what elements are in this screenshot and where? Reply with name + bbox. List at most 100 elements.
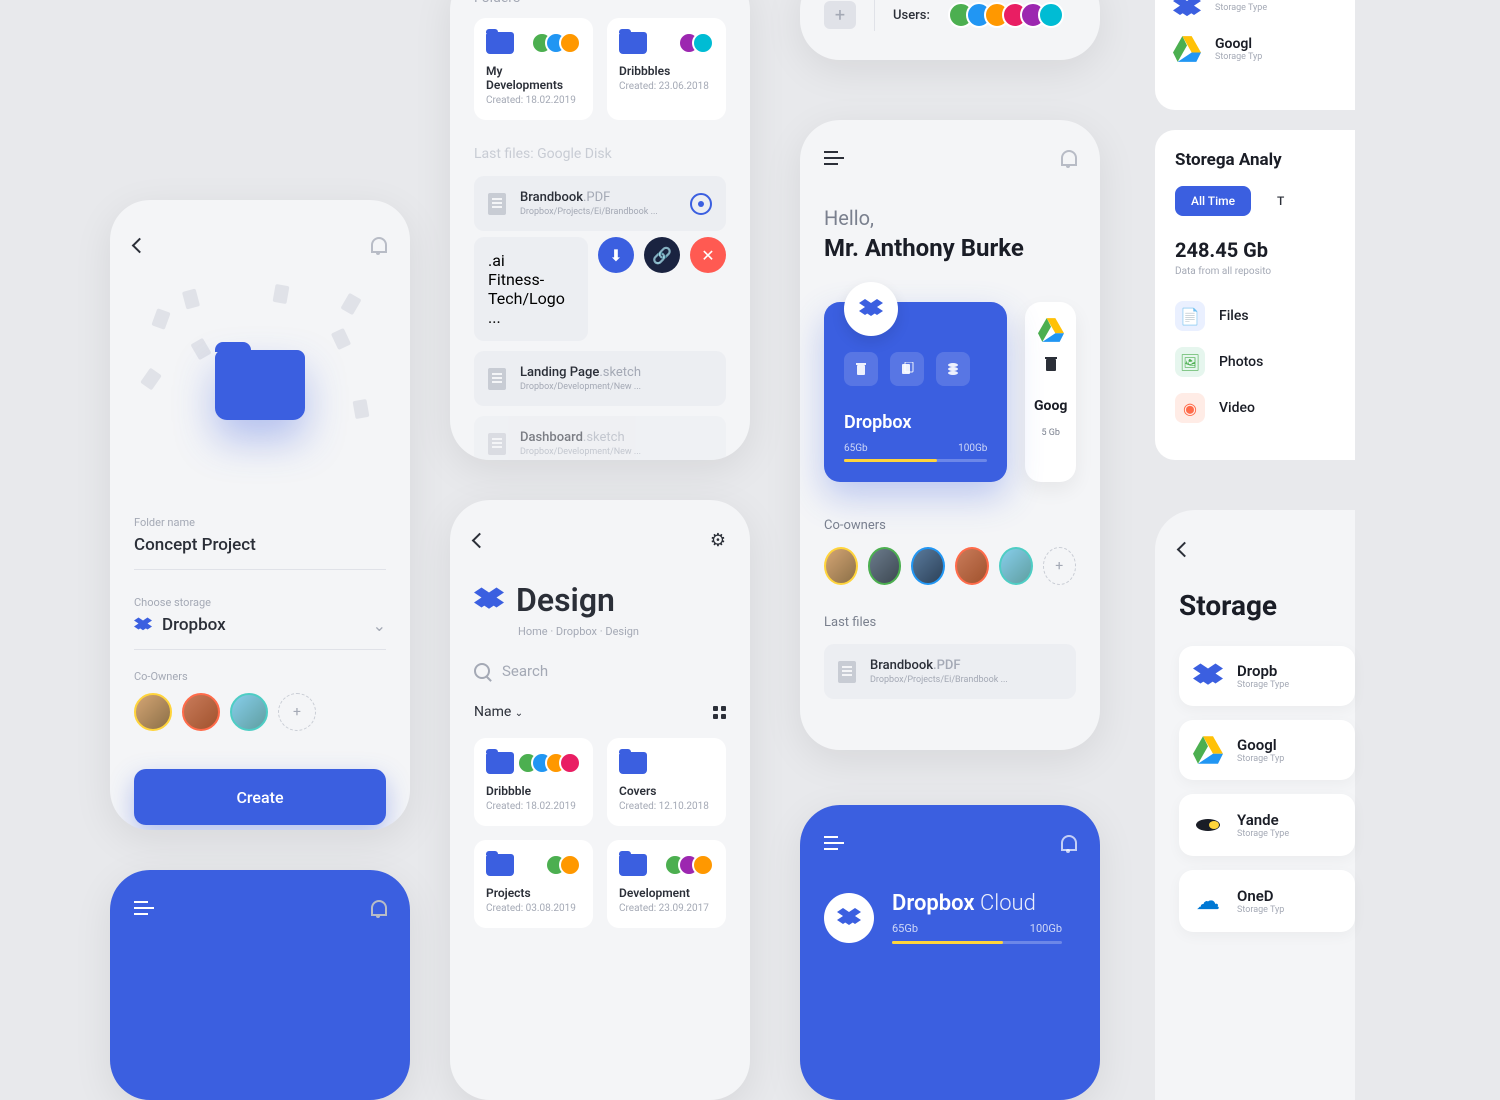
file-row[interactable]: Dashboard.sketch Dropbox/Development/New… [474, 416, 726, 460]
tab-all-time[interactable]: All Time [1175, 186, 1251, 216]
analytics-item[interactable]: 📄 Files [1175, 293, 1355, 339]
document-icon [838, 661, 856, 683]
file-row-swiped[interactable]: .ai Fitness-Tech/Logo ... [474, 237, 588, 341]
avatar[interactable] [868, 547, 902, 585]
avatar[interactable] [230, 693, 268, 731]
folders-section-label: Folders [474, 0, 726, 6]
folder-name-value: Concept Project [134, 535, 386, 555]
tab-other[interactable]: T [1261, 186, 1300, 216]
dropbox-icon [1173, 0, 1201, 20]
file-row[interactable]: Brandbook.PDF Dropbox/Projects/Ei/Brandb… [824, 644, 1076, 699]
storage-row[interactable]: ☁ OneDStorage Typ [1179, 870, 1355, 932]
dropbox-icon [1193, 663, 1223, 689]
folder-icon [486, 752, 514, 774]
document-icon [488, 368, 506, 390]
storage-bar [892, 941, 1062, 944]
folder-card[interactable]: Development Created: 23.09.2017 [607, 840, 726, 928]
add-button[interactable]: + [824, 1, 856, 29]
menu-icon[interactable] [824, 157, 844, 159]
back-icon[interactable] [134, 240, 145, 251]
storage-mini-list: Storage Type GooglStorage Typ [1155, 0, 1355, 110]
folder-name-field[interactable]: Folder name Concept Project [134, 516, 386, 570]
search-icon [474, 663, 490, 679]
file-row[interactable]: Landing Page.sketch Dropbox/Development/… [474, 351, 726, 406]
analytics-item[interactable]: ◉ Video [1175, 385, 1355, 431]
storage-label: Choose storage [134, 596, 386, 609]
coowners-label: Co-Owners [134, 670, 386, 683]
add-owner-button[interactable]: + [1043, 547, 1076, 585]
folder-card[interactable]: Dribbble Created: 18.02.2019 [474, 738, 593, 826]
back-icon[interactable] [474, 535, 485, 546]
storage-card-secondary[interactable]: Goog 5 Gb [1025, 302, 1076, 482]
bell-icon[interactable] [1060, 150, 1076, 166]
create-folder-screen: Folder name Concept Project Choose stora… [110, 200, 410, 830]
sort-dropdown[interactable]: Name ⌄ [474, 704, 523, 720]
folder-card[interactable]: Covers Created: 12.10.2018 [607, 738, 726, 826]
avatar[interactable] [911, 547, 945, 585]
dropbox-badge [844, 282, 898, 336]
storage-row[interactable]: YandeStorage Type [1179, 794, 1355, 856]
bell-icon[interactable] [370, 237, 386, 253]
document-icon [488, 193, 506, 215]
folder-card[interactable]: My Developments Created: 18.02.2019 [474, 18, 593, 120]
search-input[interactable]: Search [474, 662, 726, 680]
create-button[interactable]: Create [134, 769, 386, 825]
delete-button[interactable]: ✕ [690, 237, 726, 273]
avatar[interactable] [824, 547, 858, 585]
analytics-title: Storega Analy [1175, 150, 1355, 170]
menu-icon[interactable] [824, 842, 844, 844]
avatar[interactable] [1038, 2, 1064, 28]
users-strip: + Users: [800, 0, 1100, 60]
home-screen: Hello, Mr. Anthony Burke Dropbox 65Gb100… [800, 120, 1100, 750]
analytics-item[interactable]: 🖼 Photos [1175, 339, 1355, 385]
list-item[interactable]: Storage Type [1173, 0, 1355, 28]
avatar[interactable] [955, 547, 989, 585]
trash-icon[interactable] [844, 352, 878, 386]
gdrive-icon [1173, 36, 1201, 62]
settings-icon[interactable]: ⚙ [710, 530, 726, 551]
menu-icon[interactable] [134, 907, 154, 909]
last-files-header: Last files: Google Disk [474, 146, 726, 162]
folder-created: Created: 23.06.2018 [619, 81, 714, 92]
onedrive-icon: ☁ [1193, 886, 1223, 916]
storage-bar [844, 459, 987, 462]
back-icon[interactable] [1179, 544, 1190, 555]
yandex-icon [1193, 810, 1223, 840]
link-button[interactable]: 🔗 [644, 237, 680, 273]
gdrive-icon [1038, 318, 1064, 342]
download-button[interactable]: ⬇ [598, 237, 634, 273]
view-toggle-icon[interactable] [713, 706, 726, 719]
copy-icon[interactable] [890, 352, 924, 386]
folder-name: Dribbbles [619, 64, 714, 78]
storage-card-primary[interactable]: Dropbox 65Gb100Gb [824, 302, 1007, 482]
storage-select[interactable]: Choose storage Dropbox ⌄ [134, 596, 386, 650]
folder-illustration [134, 280, 386, 490]
list-item[interactable]: GooglStorage Typ [1173, 28, 1355, 70]
select-icon[interactable] [690, 193, 712, 215]
folder-icon [486, 32, 514, 54]
dropbox-badge [824, 893, 874, 943]
folder-icon [619, 854, 647, 876]
add-owner-button[interactable]: + [278, 693, 316, 731]
dropbox-icon [474, 587, 504, 613]
folder-card[interactable]: Projects Created: 03.08.2019 [474, 840, 593, 928]
avatar[interactable] [134, 693, 172, 731]
database-icon[interactable] [936, 352, 970, 386]
storage-name: Dropbox [844, 412, 987, 433]
user-name: Mr. Anthony Burke [824, 234, 1076, 262]
last-files-label: Last files [824, 615, 1076, 630]
file-row[interactable]: Brandbook.PDF Dropbox/Projects/Ei/Brandb… [474, 176, 726, 231]
page-title: Design [474, 581, 726, 619]
analytics-hint: Data from all reposito [1175, 266, 1355, 277]
video-icon: ◉ [1175, 393, 1205, 423]
bell-icon[interactable] [1060, 835, 1076, 851]
avatar[interactable] [182, 693, 220, 731]
avatar[interactable] [999, 547, 1033, 585]
greeting: Hello, [824, 206, 1076, 230]
folder-card[interactable]: Dribbbles Created: 23.06.2018 [607, 18, 726, 120]
storage-row[interactable]: DropbStorage Type [1179, 646, 1355, 706]
bell-icon[interactable] [370, 900, 386, 916]
document-icon [488, 433, 506, 455]
folder-icon [215, 350, 305, 420]
storage-row[interactable]: GooglStorage Typ [1179, 720, 1355, 780]
